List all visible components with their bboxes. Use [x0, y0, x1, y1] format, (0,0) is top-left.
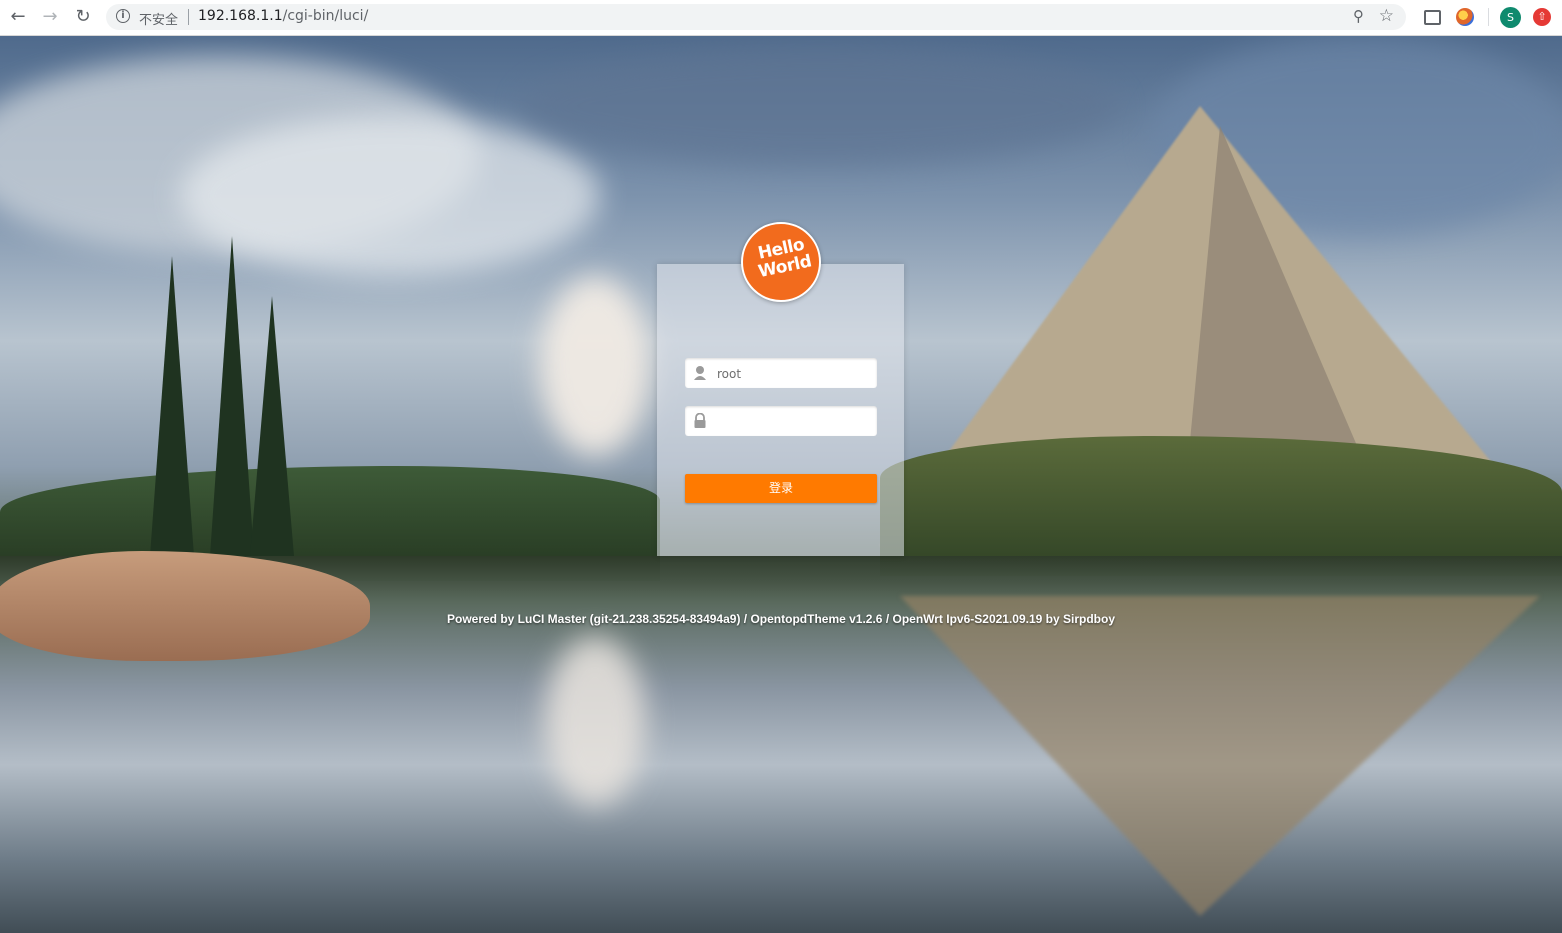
hello-world-logo: Hello World — [741, 222, 821, 302]
back-arrow-icon[interactable]: ← — [7, 6, 29, 28]
update-icon[interactable]: ⇧ — [1533, 8, 1551, 26]
username-input[interactable] — [715, 362, 873, 386]
browser-toolbar: ← → ↻ i 不安全 192.168.1.1/cgi-bin/luci/ ⚲ … — [0, 0, 1562, 36]
username-field[interactable] — [685, 358, 877, 388]
cloud — [540, 276, 650, 456]
lock-icon — [694, 413, 706, 428]
footer-credits: Powered by LuCI Master (git-21.238.35254… — [446, 612, 1116, 626]
forward-arrow-icon[interactable]: → — [39, 6, 61, 28]
cloud-reflection — [545, 636, 645, 806]
tree — [210, 236, 254, 556]
login-button[interactable]: 登录 — [685, 474, 877, 503]
tree — [150, 256, 194, 556]
password-input[interactable] — [715, 410, 873, 434]
logo-text: Hello World — [744, 233, 819, 283]
bookmark-star-icon[interactable]: ☆ — [1379, 6, 1394, 26]
url-text[interactable]: 192.168.1.1/cgi-bin/luci/ — [198, 8, 368, 24]
zoom-icon[interactable]: ⚲ — [1353, 7, 1364, 25]
extension-icon[interactable] — [1456, 8, 1474, 26]
url-path: /cgi-bin/luci/ — [282, 8, 369, 24]
toolbar-divider — [1488, 8, 1489, 26]
info-icon[interactable]: i — [116, 9, 130, 23]
reload-icon[interactable]: ↻ — [72, 6, 94, 28]
security-label: 不安全 — [139, 13, 179, 28]
address-divider — [188, 9, 189, 25]
forest — [880, 436, 1562, 576]
mountain-reflection — [900, 596, 1540, 916]
tree — [250, 296, 294, 556]
profile-avatar[interactable]: S — [1500, 7, 1521, 28]
address-bar[interactable]: i 不安全 192.168.1.1/cgi-bin/luci/ ⚲ ☆ — [106, 4, 1406, 30]
url-host: 192.168.1.1 — [198, 8, 283, 24]
cast-icon[interactable] — [1424, 10, 1441, 25]
password-field[interactable] — [685, 406, 877, 436]
user-icon — [694, 366, 706, 380]
